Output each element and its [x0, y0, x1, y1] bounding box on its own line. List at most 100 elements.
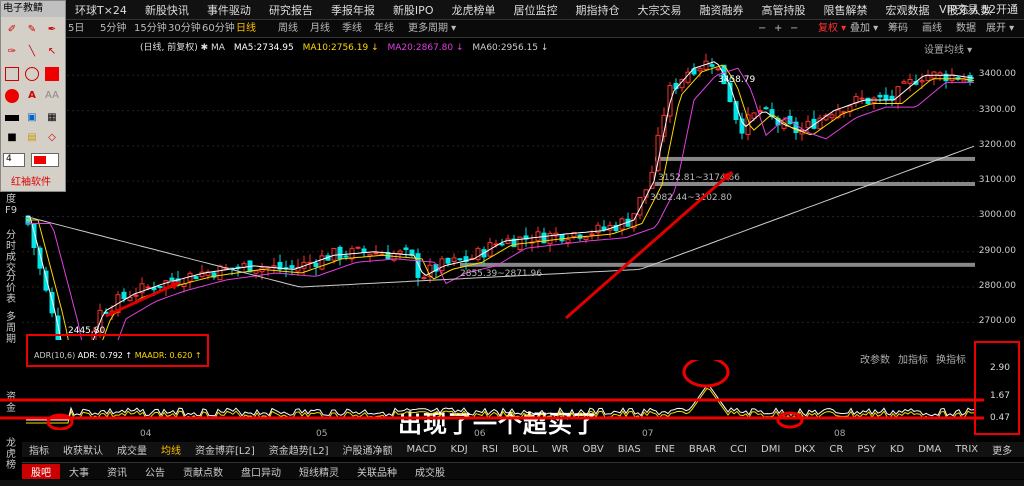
period-tab[interactable]: 30分钟 — [168, 22, 201, 36]
indicator-tab[interactable]: KDJ — [443, 444, 474, 455]
indicator-tab[interactable]: 指标 — [22, 442, 56, 457]
period-tab[interactable]: 5分钟 — [100, 22, 126, 36]
rect-fill-icon[interactable] — [45, 67, 59, 81]
indicator-tab[interactable]: 资金博弈[L2] — [188, 442, 262, 457]
indicator-tab[interactable]: 更多 — [985, 442, 1019, 457]
clear-icon[interactable]: ◇ — [45, 131, 59, 145]
pencil-icon[interactable]: ✎ — [25, 23, 39, 37]
indicator-tab[interactable]: RSI — [475, 444, 505, 455]
indicator-tab[interactable]: 沪股通净额 — [336, 442, 400, 457]
indicator-tab[interactable]: BRAR — [682, 444, 723, 455]
toolbar-button[interactable]: 展开 ▾ — [986, 22, 1014, 36]
indicator-tab[interactable]: 均线 — [154, 442, 188, 457]
indicator-tab[interactable]: BIAS — [611, 444, 648, 455]
menu-item[interactable]: 大宗交易 — [628, 2, 690, 18]
menu-item[interactable]: 期指持仓 — [566, 2, 628, 18]
indicator-tab[interactable]: OBV — [576, 444, 611, 455]
indicator-tab[interactable]: CR — [822, 444, 850, 455]
indicator-tab[interactable]: 成交量 — [110, 442, 154, 457]
indicator-tab[interactable]: TRIX — [948, 444, 985, 455]
price-label: 3200.00 — [978, 139, 1016, 150]
period-tab[interactable]: 5日 — [68, 22, 84, 36]
period-tab[interactable]: 月线 — [310, 22, 330, 36]
period-tab[interactable]: 更多周期 ▾ — [408, 22, 456, 36]
text-icon[interactable]: A — [25, 89, 39, 103]
info-tab[interactable]: 大事 — [60, 464, 98, 479]
color-select[interactable] — [31, 153, 59, 167]
ma-settings-button[interactable]: 设置均线 ▾ — [924, 41, 972, 56]
info-tab[interactable]: 资讯 — [98, 464, 136, 479]
text-size-icon[interactable]: AA — [45, 89, 59, 103]
side-tab[interactable]: 分价表 — [2, 272, 20, 305]
info-tab[interactable]: 盘口异动 — [232, 464, 290, 479]
info-tab[interactable]: 关联品种 — [348, 464, 406, 479]
toolbar-button[interactable]: 筹码 — [888, 22, 908, 36]
period-tab[interactable]: 季线 — [342, 22, 362, 36]
ellipse-fill-icon[interactable] — [5, 89, 19, 103]
line-icon[interactable]: ╲ — [25, 45, 39, 59]
indicator-tab[interactable]: 收获默认 — [56, 442, 110, 457]
toolbar-button[interactable]: 数据 — [956, 22, 976, 36]
menu-item[interactable]: 季报年报 — [322, 2, 384, 18]
indicator-tab[interactable]: WR — [545, 444, 576, 455]
indicator-tab[interactable]: DMI — [754, 444, 787, 455]
menu-item[interactable]: 融资融券 — [690, 2, 752, 18]
toolbar-button[interactable]: − — [758, 22, 766, 36]
indicator-tab[interactable]: DKX — [787, 444, 822, 455]
menu-item[interactable]: 居位监控 — [504, 2, 566, 18]
side-tab[interactable]: 多周期 — [2, 312, 20, 345]
indicator-tab[interactable]: KD — [883, 444, 911, 455]
open-icon[interactable]: ▤ — [25, 131, 39, 145]
grid-icon[interactable]: ▦ — [45, 111, 59, 125]
toolbar-button[interactable]: 叠加 ▾ — [850, 22, 878, 36]
line-width-select[interactable]: 4 — [3, 153, 25, 167]
menu-item[interactable]: 高管持股 — [752, 2, 814, 18]
ellipse-outline-icon[interactable] — [25, 67, 39, 81]
toolbar-button[interactable]: + — [774, 22, 782, 36]
toolbar-button[interactable]: 复权 ▾ — [818, 22, 846, 36]
toolbar-button[interactable]: 画线 — [922, 22, 942, 36]
pen-icon[interactable]: ✑ — [5, 45, 19, 59]
line-weight-icon[interactable] — [5, 115, 19, 121]
period-tab[interactable]: 60分钟 — [202, 22, 235, 36]
vip-trade-link[interactable]: VIP交易 12开通 — [939, 0, 1024, 20]
ma5-label: MA5:2734.95 — [233, 43, 294, 53]
side-tab[interactable]: 度F9 — [2, 194, 20, 216]
indicator-tab[interactable]: BOLL — [505, 444, 545, 455]
indicator-tab[interactable]: CCI — [723, 444, 754, 455]
save-icon[interactable]: ■ — [5, 131, 19, 145]
info-tab[interactable]: 贡献点数 — [174, 464, 232, 479]
indicator-tab[interactable]: DMA — [911, 444, 948, 455]
indicator-tab[interactable]: MACD — [400, 444, 444, 455]
period-tab[interactable]: 周线 — [278, 22, 298, 36]
menu-item[interactable]: 新股快讯 — [136, 2, 198, 18]
adr-oscillator[interactable] — [0, 360, 984, 430]
indicator-tab[interactable]: 模板 — [1019, 442, 1024, 457]
menu-item[interactable]: 龙虎榜单 — [442, 2, 504, 18]
info-tab[interactable]: 股吧 — [22, 463, 60, 479]
paint-icon[interactable]: ✒ — [45, 23, 59, 37]
info-tab[interactable]: 成交股 — [406, 464, 454, 479]
indicator-tab[interactable]: 资金趋势[L2] — [262, 442, 336, 457]
rect-outline-icon[interactable] — [5, 67, 19, 81]
side-tab[interactable]: 龙虎榜 — [2, 438, 20, 471]
info-tab[interactable]: 短线精灵 — [290, 464, 348, 479]
indicator-tab[interactable]: PSY — [850, 444, 883, 455]
period-tab[interactable]: 年线 — [374, 22, 394, 36]
menu-item[interactable]: 事件驱动 — [198, 2, 260, 18]
menu-item[interactable]: 限售解禁 — [814, 2, 876, 18]
period-tab[interactable]: 15分钟 — [134, 22, 167, 36]
eraser-icon[interactable]: ✐ — [5, 23, 19, 37]
arrow-icon[interactable]: ↖ — [45, 45, 59, 59]
toolbar-button[interactable]: − — [790, 22, 798, 36]
info-tab[interactable]: 公告 — [136, 464, 174, 479]
indicator-tab[interactable]: ENE — [648, 444, 682, 455]
menu-item[interactable]: 研究报告 — [260, 2, 322, 18]
candlestick-chart[interactable]: 3458.792445.803152.81~3174.663082.44~310… — [0, 40, 984, 340]
menu-item[interactable]: 宏观数据 — [876, 2, 938, 18]
side-tab[interactable]: 分时成交 — [2, 230, 20, 274]
image-icon[interactable]: ▣ — [25, 111, 39, 125]
menu-item[interactable]: 环球T×24 — [66, 2, 136, 18]
period-tab[interactable]: 日线 — [236, 22, 256, 36]
menu-item[interactable]: 新股IPO — [384, 2, 443, 18]
